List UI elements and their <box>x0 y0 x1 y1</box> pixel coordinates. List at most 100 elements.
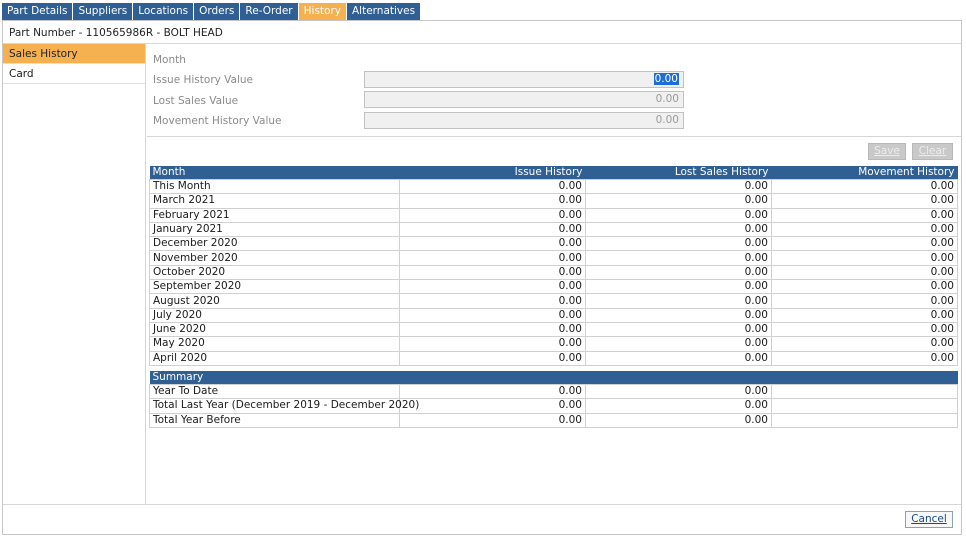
value-cell: 0.00 <box>585 221 772 238</box>
form-divider <box>147 136 961 137</box>
value-cell: 0.00 <box>771 336 958 352</box>
row-label-cell: August 2020 <box>149 293 400 309</box>
summary-row[interactable]: Year To Date 0.00 0.00 <box>149 383 958 400</box>
value-cell: 0.00 <box>399 264 586 281</box>
table-row[interactable]: May 2020 0.00 0.00 0.00 <box>149 336 958 352</box>
summary-row[interactable]: Total Last Year (December 2019 - Decembe… <box>149 398 958 414</box>
value-cell: 0.00 <box>585 279 772 295</box>
value-cell: 0.00 <box>585 336 772 352</box>
summary-title: Summary <box>149 371 958 385</box>
row-label-cell: Total Last Year (December 2019 - Decembe… <box>149 398 419 414</box>
value-cell: 0.00 <box>399 412 586 428</box>
value-cell: 0.00 <box>585 193 772 209</box>
issue-history-value-text: 0.00 <box>653 73 679 85</box>
value-cell: 0.00 <box>771 321 958 338</box>
value-cell: 0.00 <box>585 383 772 400</box>
row-label-cell: July 2020 <box>149 307 400 323</box>
row-label-cell: This Month <box>149 178 400 195</box>
footer-divider <box>3 504 961 505</box>
value-cell: 0.00 <box>585 350 772 366</box>
tab-suppliers[interactable]: Suppliers <box>73 3 133 20</box>
table-row[interactable]: March 2021 0.00 0.00 0.00 <box>149 193 958 209</box>
issue-history-value-label: Issue History Value <box>153 74 254 86</box>
issue-history-value-input[interactable]: 0.00 <box>364 71 684 88</box>
row-label-cell: March 2021 <box>149 193 400 209</box>
value-cell: 0.00 <box>771 207 958 223</box>
value-cell: 0.00 <box>771 250 958 266</box>
tab-part-details[interactable]: Part Details <box>2 3 73 20</box>
main-panel: Part Number - 110565986R - BOLT HEAD Sal… <box>2 20 962 535</box>
tab-bar: Part Details Suppliers Locations Orders … <box>2 3 421 20</box>
value-cell: 0.00 <box>585 412 772 428</box>
tab-history[interactable]: History <box>298 3 346 20</box>
value-cell: 0.00 <box>585 307 772 323</box>
table-row[interactable]: This Month 0.00 0.00 0.00 <box>149 178 958 195</box>
value-cell: 0.00 <box>399 336 586 352</box>
column-header-issue-history[interactable]: Issue History <box>399 166 586 180</box>
table-row[interactable]: April 2020 0.00 0.00 0.00 <box>149 350 958 366</box>
column-header-month[interactable]: Month <box>149 166 400 180</box>
value-cell: 0.00 <box>771 264 958 281</box>
movement-history-value-label: Movement History Value <box>153 115 282 127</box>
month-label: Month <box>153 54 186 66</box>
tab-re-order[interactable]: Re-Order <box>240 3 298 20</box>
value-cell: 0.00 <box>399 236 586 252</box>
row-label-cell: December 2020 <box>149 236 400 252</box>
lost-sales-value-label: Lost Sales Value <box>153 95 239 107</box>
value-cell: 0.00 <box>399 221 586 238</box>
side-nav: Sales History Card <box>3 44 146 505</box>
nav-item-card[interactable]: Card <box>3 64 145 84</box>
save-button[interactable]: Save <box>868 143 906 160</box>
table-row[interactable]: January 2021 0.00 0.00 0.00 <box>149 221 958 238</box>
clear-button[interactable]: Clear <box>912 143 953 160</box>
nav-item-sales-history[interactable]: Sales History <box>3 44 145 64</box>
value-cell: 0.00 <box>399 178 586 195</box>
table-row[interactable]: July 2020 0.00 0.00 0.00 <box>149 307 958 323</box>
column-header-movement-history[interactable]: Movement History <box>771 166 958 180</box>
tab-locations[interactable]: Locations <box>133 3 194 20</box>
value-cell: 0.00 <box>399 193 586 209</box>
table-row[interactable]: September 2020 0.00 0.00 0.00 <box>149 279 958 295</box>
value-cell: 0.00 <box>399 350 586 366</box>
row-label-cell: April 2020 <box>149 350 400 366</box>
value-cell: 0.00 <box>771 279 958 295</box>
value-cell: 0.00 <box>399 207 586 223</box>
row-label-cell: November 2020 <box>149 250 400 266</box>
value-cell: 0.00 <box>771 293 958 309</box>
value-cell: 0.00 <box>771 307 958 323</box>
value-cell: 0.00 <box>585 398 772 414</box>
lost-sales-value-input[interactable]: 0.00 <box>364 91 684 108</box>
history-table: Month Issue History Lost Sales History M… <box>149 166 958 366</box>
summary-table-header: Summary <box>149 371 958 385</box>
cancel-button[interactable]: Cancel <box>905 511 953 528</box>
value-cell: 0.00 <box>399 279 586 295</box>
row-label-cell: January 2021 <box>149 221 400 238</box>
value-cell <box>771 412 958 428</box>
page-title: Part Number - 110565986R - BOLT HEAD <box>9 27 223 39</box>
summary-row[interactable]: Total Year Before 0.00 0.00 <box>149 412 958 428</box>
value-cell <box>771 383 958 400</box>
header-divider <box>3 43 961 44</box>
tab-alternatives[interactable]: Alternatives <box>346 3 421 20</box>
row-label-cell: October 2020 <box>149 264 400 281</box>
value-cell: 0.00 <box>585 236 772 252</box>
row-label-cell: February 2021 <box>149 207 400 223</box>
value-cell: 0.00 <box>399 383 586 400</box>
table-row[interactable]: June 2020 0.00 0.00 0.00 <box>149 321 958 338</box>
value-cell: 0.00 <box>771 193 958 209</box>
movement-history-value-input[interactable]: 0.00 <box>364 112 684 129</box>
table-row[interactable]: February 2021 0.00 0.00 0.00 <box>149 207 958 223</box>
value-cell: 0.00 <box>585 207 772 223</box>
table-row[interactable]: November 2020 0.00 0.00 0.00 <box>149 250 958 266</box>
table-row[interactable]: August 2020 0.00 0.00 0.00 <box>149 293 958 309</box>
tab-orders[interactable]: Orders <box>194 3 240 20</box>
value-cell: 0.00 <box>585 178 772 195</box>
table-row[interactable]: December 2020 0.00 0.00 0.00 <box>149 236 958 252</box>
value-cell: 0.00 <box>585 250 772 266</box>
row-label-cell: May 2020 <box>149 336 400 352</box>
table-row[interactable]: October 2020 0.00 0.00 0.00 <box>149 264 958 281</box>
value-cell: 0.00 <box>585 321 772 338</box>
row-label-cell: September 2020 <box>149 279 400 295</box>
value-cell: 0.00 <box>771 236 958 252</box>
column-header-lost-sales-history[interactable]: Lost Sales History <box>585 166 772 180</box>
